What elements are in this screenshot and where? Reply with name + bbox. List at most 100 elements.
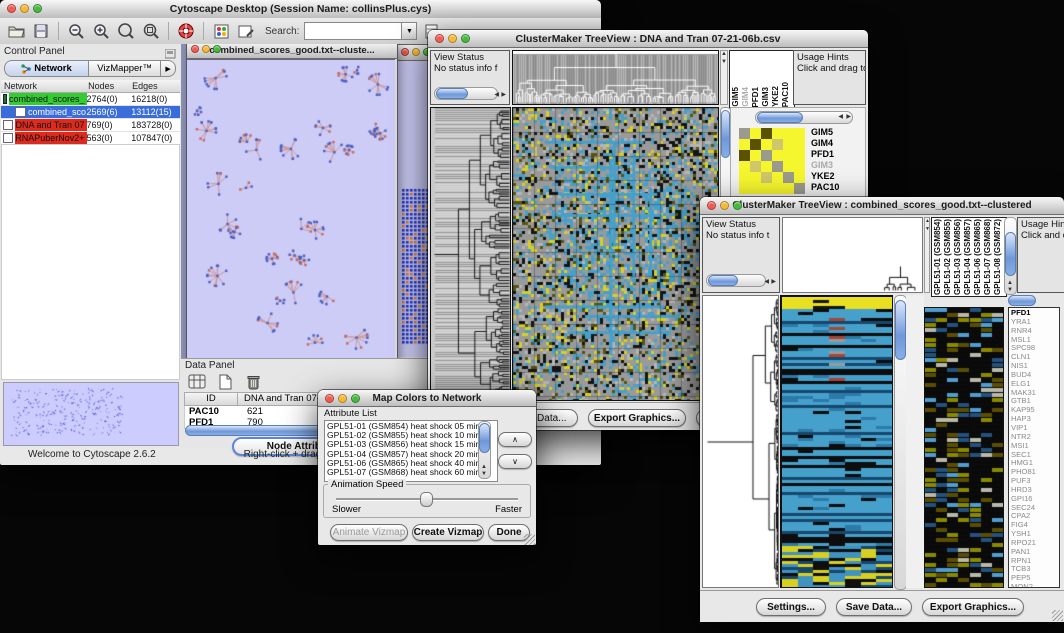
row-label[interactable]: GIM3 [811, 160, 839, 171]
birdseye-view[interactable] [3, 382, 179, 446]
resize-grip[interactable] [1052, 610, 1063, 621]
matrix-cell[interactable] [739, 161, 750, 172]
column-label[interactable]: PAC10 [781, 82, 790, 107]
export-graphics-button[interactable]: Export Graphics... [922, 598, 1024, 616]
close-button[interactable] [707, 201, 716, 210]
matrix-cell[interactable] [739, 139, 750, 150]
matrix-cell[interactable] [750, 128, 761, 139]
minimize-button[interactable] [448, 34, 457, 43]
scroll-up-icon[interactable]: ▲ [1007, 280, 1013, 286]
scroll-down-icon[interactable]: ▼ [1007, 287, 1013, 293]
close-button[interactable] [401, 48, 409, 56]
matrix-cell[interactable] [750, 172, 761, 183]
matrix-cell[interactable] [794, 183, 805, 194]
scroll-right-icon[interactable]: ▶ [846, 114, 851, 120]
search-dropdown-icon[interactable]: ▼ [402, 22, 417, 40]
matrix-cell[interactable] [761, 150, 772, 161]
scroll-left-icon[interactable]: ◀ [838, 114, 843, 120]
minimize-button[interactable] [720, 201, 729, 210]
matrix-cell[interactable] [761, 172, 772, 183]
matrix-cell[interactable] [739, 128, 750, 139]
matrix-cell[interactable] [783, 172, 794, 183]
matrix-cell[interactable] [794, 128, 805, 139]
network-row[interactable]: combined_sco2569(6)13112(15) [1, 106, 180, 119]
tv2-secondary-heatmap[interactable] [924, 307, 1004, 588]
minimize-button[interactable] [20, 4, 29, 13]
scroll-right-icon[interactable]: ▶ [771, 279, 776, 285]
tv1-column-dendrogram[interactable] [512, 50, 719, 105]
matrix-cell[interactable] [794, 172, 805, 183]
matrix-cell[interactable] [794, 150, 805, 161]
save-data-button[interactable]: Save Data... [836, 598, 912, 616]
matrix-cell[interactable] [750, 161, 761, 172]
gene-label[interactable]: MON2 [1011, 583, 1057, 588]
scroll-up-icon[interactable]: ▲ [481, 464, 487, 470]
matrix-cell[interactable] [750, 139, 761, 150]
tv2-column-dendrogram[interactable] [782, 217, 923, 293]
open-file-icon[interactable] [6, 22, 26, 41]
delete-trash-icon[interactable] [243, 372, 263, 391]
matrix-cell[interactable] [794, 161, 805, 172]
tv2-labels-vscrollbar[interactable]: ▲ ▼ [1004, 217, 1017, 295]
minimize-button[interactable] [338, 394, 347, 403]
column-label[interactable]: YKE2 [771, 86, 780, 107]
zoom-in-icon[interactable] [91, 22, 111, 41]
zoom-selected-icon[interactable] [141, 22, 161, 41]
column-label[interactable]: GPL51-04 (GSM857) [963, 219, 972, 295]
col-header-id[interactable]: ID [185, 393, 238, 405]
tv1-mini-scroll[interactable]: ▲▼ [720, 50, 728, 105]
minimize-button[interactable] [202, 45, 210, 53]
row-label[interactable]: GIM4 [811, 138, 839, 149]
column-label[interactable]: GIM3 [761, 87, 770, 107]
matrix-cell[interactable] [739, 150, 750, 161]
help-lifesaver-icon[interactable] [176, 22, 196, 41]
row-label[interactable]: PAC10 [811, 182, 839, 193]
column-label[interactable]: GPL51-01 (GSM854) [933, 219, 942, 295]
tv2-genelist-hscrollbar[interactable] [1008, 295, 1036, 306]
matrix-cell[interactable] [772, 139, 783, 150]
network-row[interactable]: combined_scores_2764(0)16218(0) [1, 93, 180, 106]
matrix-cell[interactable] [794, 139, 805, 150]
matrix-cell[interactable] [783, 183, 794, 194]
matrix-cell[interactable] [772, 183, 783, 194]
tv2-row-dendrogram[interactable] [702, 295, 779, 588]
matrix-cell[interactable] [739, 183, 750, 194]
matrix-cell[interactable] [750, 183, 761, 194]
tv2-status-scrollbar[interactable] [706, 274, 766, 287]
matrix-cell[interactable] [761, 161, 772, 172]
speed-slider-thumb[interactable] [420, 492, 433, 507]
tv2-mini-scroll[interactable]: ▲▼ [924, 217, 930, 293]
tv2-heatmap[interactable] [780, 295, 893, 588]
treeview1-titlebar[interactable]: ClusterMaker TreeView : DNA and Tran 07-… [428, 30, 868, 48]
network-canvas[interactable] [187, 59, 395, 358]
network-view-window-1[interactable]: combined_scores_good.txt--cluste... [186, 44, 398, 358]
annotation-icon[interactable] [236, 22, 256, 41]
tv1-heatmap[interactable] [512, 107, 719, 401]
close-button[interactable] [191, 45, 199, 53]
create-vizmap-button[interactable]: Create Vizmap [412, 524, 484, 541]
matrix-cell[interactable] [783, 139, 794, 150]
zoom-button[interactable] [461, 34, 470, 43]
row-label[interactable]: YKE2 [811, 171, 839, 182]
scroll-left-icon[interactable]: ◀ [764, 279, 769, 285]
modify-network-icon[interactable] [211, 22, 231, 41]
matrix-cell[interactable] [772, 172, 783, 183]
tv2-gene-list[interactable]: PFD1YRA1RNR4MSL1SPC98CLN1NIS1BUD4ELG1MAK… [1008, 307, 1060, 588]
row-label[interactable]: PFD1 [811, 149, 839, 160]
row-label[interactable]: GIM5 [811, 127, 839, 138]
settings-button[interactable]: Settings... [756, 598, 826, 616]
attribute-list-scrollbar[interactable]: ▲ ▼ [478, 421, 491, 479]
zoom-button[interactable] [213, 45, 221, 53]
new-page-icon[interactable] [215, 372, 235, 391]
close-button[interactable] [435, 34, 444, 43]
attribute-item[interactable]: GPL51-07 (GSM868) heat shock 60 min [327, 468, 495, 477]
column-label[interactable]: GPL51-07 (GSM868) [983, 219, 992, 295]
close-button[interactable] [7, 4, 16, 13]
tv1-matrix-hscrollbar[interactable]: ◀ ▶ [755, 111, 853, 124]
resize-grip[interactable] [524, 534, 535, 545]
matrix-cell[interactable] [772, 161, 783, 172]
column-label[interactable]: GPL51-06 (GSM865) [973, 219, 982, 295]
export-graphics-button[interactable]: Export Graphics... [588, 409, 686, 427]
tv1-similarity-matrix[interactable] [739, 128, 805, 194]
column-label[interactable]: GPL51-02 (GSM855) [943, 219, 952, 295]
